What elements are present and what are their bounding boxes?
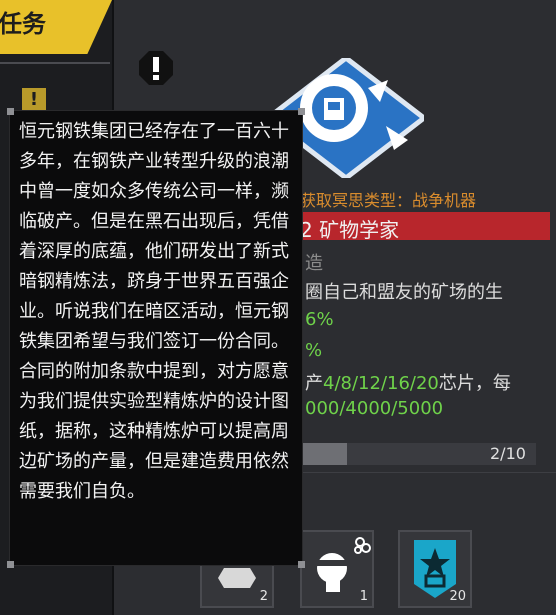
slot-count: 1 — [359, 589, 368, 604]
tooltip-corner — [298, 561, 305, 568]
quest-tab-label: 任务 — [0, 10, 46, 38]
alert-octagon-icon — [139, 51, 173, 85]
mission-build-line: 造 — [305, 253, 323, 274]
chip-suffix: 芯片，每 — [438, 373, 511, 394]
tooltip-text: 恒元钢铁集团已经存在了一百六十多年，在钢铁产业转型升级的浪潮中曾一度如众多传统公… — [19, 121, 289, 502]
mission-percent-2: % — [305, 340, 323, 361]
reward-slot-head[interactable]: 1 — [300, 530, 374, 608]
slot-count: 20 — [449, 589, 466, 604]
left-alert-icon: ! — [22, 88, 46, 112]
mission-cost-line: 000/4000/5000 — [305, 398, 444, 419]
mission-title: 2 矿物学家 — [300, 218, 400, 242]
mission-desc-line: 圈自己和盟友的矿场的生 — [305, 282, 503, 303]
mission-type-line: 获取冥思类型：战争机器 — [300, 191, 477, 210]
tooltip-corner — [7, 108, 14, 115]
mission-percent-1: 6% — [305, 309, 334, 330]
mission-progress-fill — [300, 443, 348, 465]
chip-values: 4/8/12/16/20 — [323, 373, 439, 394]
mission-chip-line: 产4/8/12/16/20芯片，每 — [305, 369, 511, 395]
lore-tooltip: 恒元钢铁集团已经存在了一百六十多年，在钢铁产业转型升级的浪潮中曾一度如众多传统公… — [7, 108, 305, 568]
slot-count: 2 — [259, 589, 268, 604]
tooltip-corner — [7, 561, 14, 568]
mission-progress-text: 2/10 — [490, 444, 526, 463]
reward-slot-star[interactable]: 20 — [398, 530, 472, 608]
chip-prefix: 产 — [305, 373, 323, 394]
tooltip-corner — [298, 108, 305, 115]
left-divider — [0, 62, 110, 64]
